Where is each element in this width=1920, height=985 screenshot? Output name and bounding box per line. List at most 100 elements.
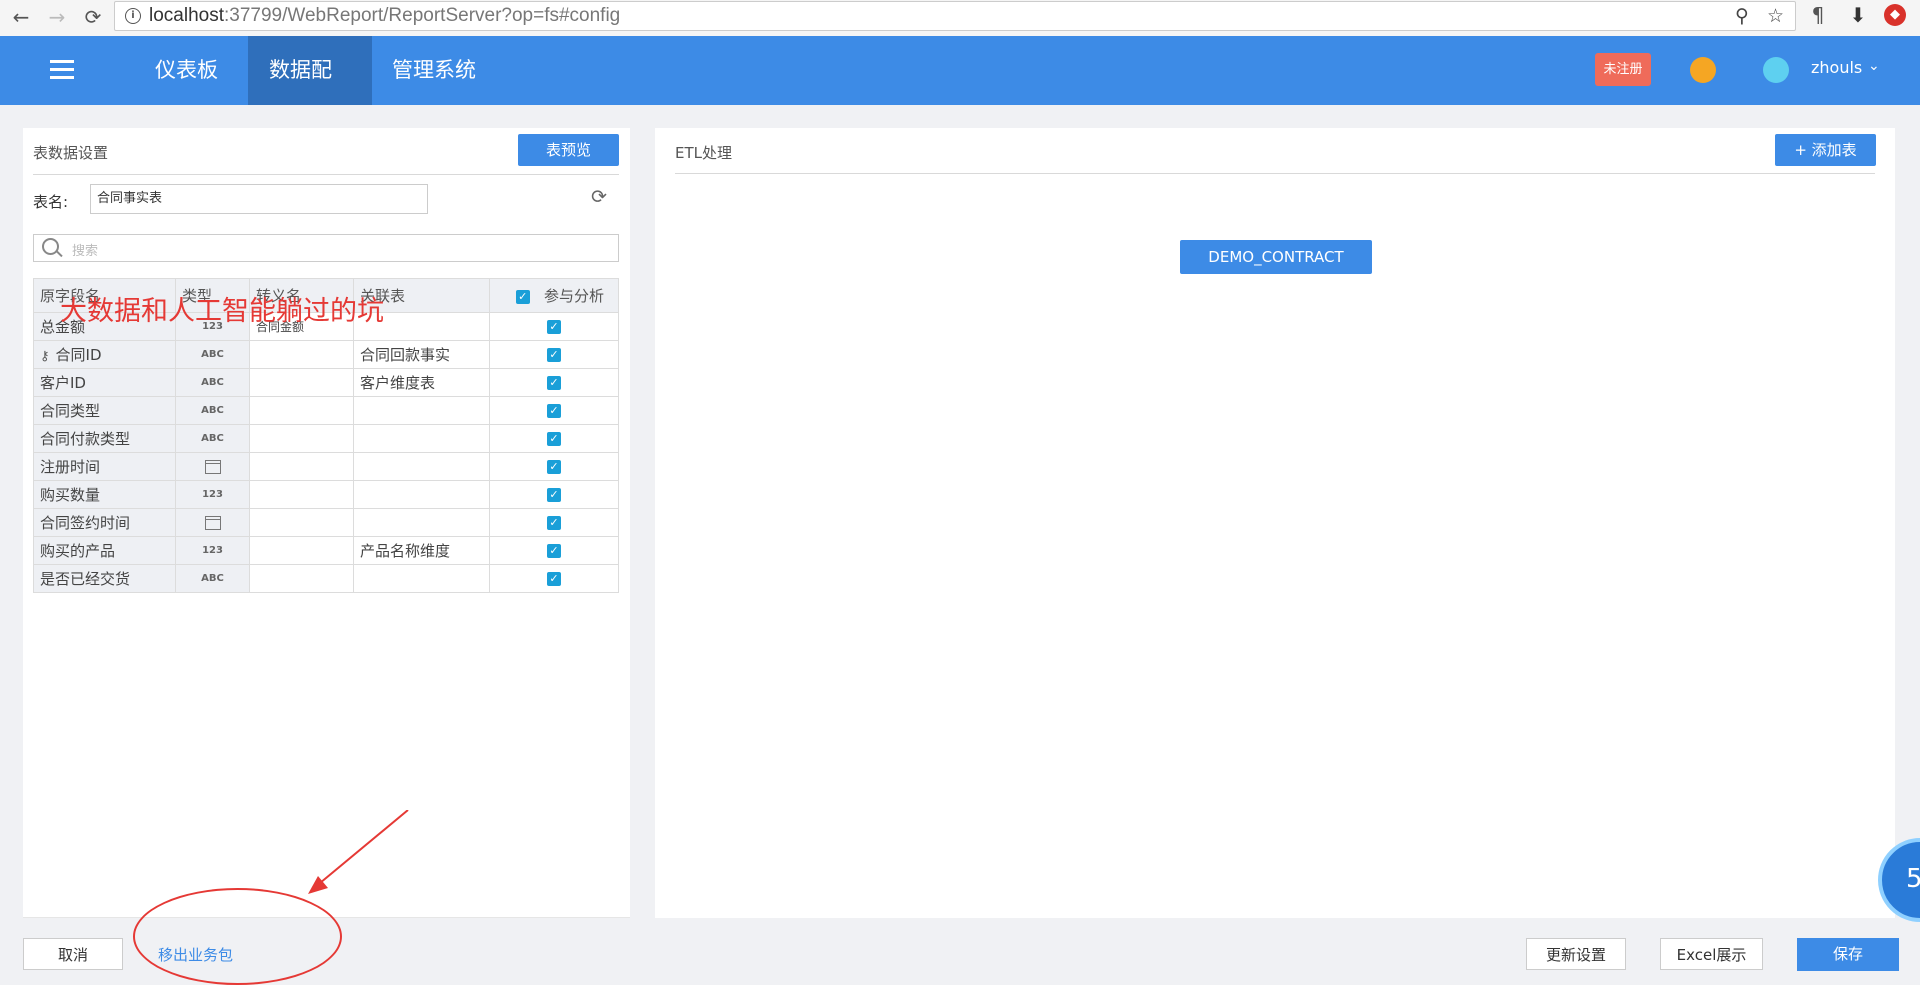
analysis-checkbox[interactable]: ✓ xyxy=(547,572,561,586)
analysis-checkbox[interactable]: ✓ xyxy=(547,544,561,558)
field-alias-cell[interactable] xyxy=(249,396,354,425)
zoom-icon[interactable]: ⚲ xyxy=(1735,5,1749,27)
type-label: ABC xyxy=(201,573,224,584)
field-alias-cell[interactable] xyxy=(249,564,354,593)
remove-from-package-link[interactable]: 移出业务包 xyxy=(158,944,233,965)
field-type-cell: ABC xyxy=(175,424,250,453)
avatar[interactable] xyxy=(1763,57,1789,83)
table-row[interactable]: 购买数量 123 ✓ xyxy=(33,480,619,509)
field-relation-cell[interactable] xyxy=(353,452,490,481)
field-name: 客户ID xyxy=(40,374,86,392)
analysis-checkbox[interactable]: ✓ xyxy=(547,404,561,418)
tab-dashboard[interactable]: 仪表板 xyxy=(135,36,238,105)
search-placeholder: 搜索 xyxy=(72,244,99,259)
analysis-checkbox[interactable]: ✓ xyxy=(547,488,561,502)
field-relation-cell[interactable]: 客户维度表 xyxy=(353,368,490,397)
field-relation-cell[interactable]: 产品名称维度 xyxy=(353,536,490,565)
table-row[interactable]: 合同签约时间 ✓ xyxy=(33,508,619,537)
calendar-icon xyxy=(204,515,221,530)
panel-title: 表数据设置 xyxy=(33,144,109,162)
field-type-cell: ABC xyxy=(175,564,250,593)
username[interactable]: zhouls xyxy=(1811,58,1862,77)
field-name-cell: 购买的产品 xyxy=(33,536,176,565)
bell-icon[interactable] xyxy=(1690,57,1716,83)
table-row[interactable]: ⚷ 合同ID ABC 合同回款事实 ✓ xyxy=(33,340,619,369)
table-row[interactable]: 合同类型 ABC ✓ xyxy=(33,396,619,425)
table-preview-button[interactable]: 表预览 xyxy=(518,134,619,166)
field-name: 注册时间 xyxy=(40,458,101,476)
field-name: 合同付款类型 xyxy=(40,430,131,448)
type-label: 123 xyxy=(202,489,223,500)
table-row[interactable]: 合同付款类型 ABC ✓ xyxy=(33,424,619,453)
field-type-cell: ABC xyxy=(175,396,250,425)
table-settings-panel: 表数据设置 表预览 表名: 合同事实表 ⟳ 搜索 原字段名 类型 转义名 关联表… xyxy=(23,128,630,918)
field-relation: 客户维度表 xyxy=(360,374,436,392)
field-alias-cell[interactable] xyxy=(249,452,354,481)
analysis-checkbox[interactable]: ✓ xyxy=(547,516,561,530)
save-button[interactable]: 保存 xyxy=(1797,938,1899,971)
forward-icon[interactable]: → xyxy=(44,4,70,30)
field-alias-cell[interactable] xyxy=(249,480,354,509)
tab-data-config[interactable]: 数据配置 xyxy=(248,36,372,151)
table-row[interactable]: 是否已经交货 ABC ✓ xyxy=(33,564,619,593)
cancel-button[interactable]: 取消 xyxy=(23,938,123,970)
address-bar[interactable]: i localhost:37799/WebReport/ReportServer… xyxy=(114,1,1796,31)
table-name-label: 表名: xyxy=(33,193,69,211)
field-alias-cell[interactable] xyxy=(249,368,354,397)
widget-number: 5 xyxy=(1906,864,1920,894)
type-label: ABC xyxy=(201,433,224,444)
type-label: ABC xyxy=(201,405,224,416)
analysis-checkbox[interactable]: ✓ xyxy=(547,460,561,474)
field-relation-cell[interactable] xyxy=(353,424,490,453)
update-settings-button[interactable]: 更新设置 xyxy=(1526,938,1626,970)
table-row[interactable]: 客户ID ABC 客户维度表 ✓ xyxy=(33,368,619,397)
analysis-cell: ✓ xyxy=(489,564,619,593)
analysis-checkbox[interactable]: ✓ xyxy=(547,348,561,362)
field-relation-cell[interactable] xyxy=(353,480,490,509)
field-name: 合同类型 xyxy=(40,402,101,420)
field-type-cell: 123 xyxy=(175,480,250,509)
analysis-cell: ✓ xyxy=(489,508,619,537)
table-row[interactable]: 注册时间 ✓ xyxy=(33,452,619,481)
field-name: 是否已经交货 xyxy=(40,570,131,588)
col-analysis: ✓ 参与分析 xyxy=(489,278,619,313)
field-type-cell xyxy=(175,452,250,481)
field-name-cell: 注册时间 xyxy=(33,452,176,481)
reload-icon[interactable]: ⟳ xyxy=(80,4,106,30)
field-relation-cell[interactable] xyxy=(353,396,490,425)
field-name: 合同签约时间 xyxy=(40,514,131,532)
add-table-button[interactable]: + 添加表 xyxy=(1775,134,1876,166)
paragraph-extension-icon[interactable]: ¶ xyxy=(1806,2,1830,28)
key-icon: ⚷ xyxy=(40,349,50,364)
analysis-checkbox[interactable]: ✓ xyxy=(547,376,561,390)
field-alias-cell[interactable] xyxy=(249,340,354,369)
back-icon[interactable]: ← xyxy=(8,4,34,30)
field-relation-cell[interactable]: 合同回款事实 xyxy=(353,340,490,369)
extension-icon[interactable]: ◆ xyxy=(1884,4,1906,26)
table-row[interactable]: 购买的产品 123 产品名称维度 ✓ xyxy=(33,536,619,565)
tab-management[interactable]: 管理系统 xyxy=(372,36,496,105)
field-name-cell: ⚷ 合同ID xyxy=(33,340,176,369)
select-all-checkbox[interactable]: ✓ xyxy=(515,289,530,304)
analysis-checkbox[interactable]: ✓ xyxy=(547,320,561,334)
chevron-down-icon[interactable]: ⌄ xyxy=(1868,58,1880,74)
info-icon[interactable]: i xyxy=(125,8,141,24)
field-relation-cell[interactable] xyxy=(353,564,490,593)
search-input[interactable]: 搜索 xyxy=(33,234,619,262)
field-alias-cell[interactable] xyxy=(249,424,354,453)
unregistered-badge[interactable]: 未注册 xyxy=(1595,53,1651,86)
app-header: 仪表板 数据配置 管理系统 未注册 zhouls ⌄ xyxy=(0,36,1920,151)
field-name: 合同ID xyxy=(55,346,102,364)
table-name-input[interactable]: 合同事实表 xyxy=(90,184,428,214)
field-alias-cell[interactable] xyxy=(249,508,354,537)
field-relation-cell[interactable] xyxy=(353,508,490,537)
download-icon[interactable]: ⬇ xyxy=(1846,2,1870,28)
bookmark-star-icon[interactable]: ☆ xyxy=(1767,5,1784,27)
refresh-icon[interactable]: ⟳ xyxy=(591,186,607,208)
excel-show-button[interactable]: Excel展示 xyxy=(1660,938,1763,970)
menu-icon[interactable] xyxy=(50,60,74,80)
analysis-cell: ✓ xyxy=(489,480,619,509)
analysis-checkbox[interactable]: ✓ xyxy=(547,432,561,446)
etl-node-demo-contract[interactable]: DEMO_CONTRACT xyxy=(1180,240,1372,274)
field-alias-cell[interactable] xyxy=(249,536,354,565)
